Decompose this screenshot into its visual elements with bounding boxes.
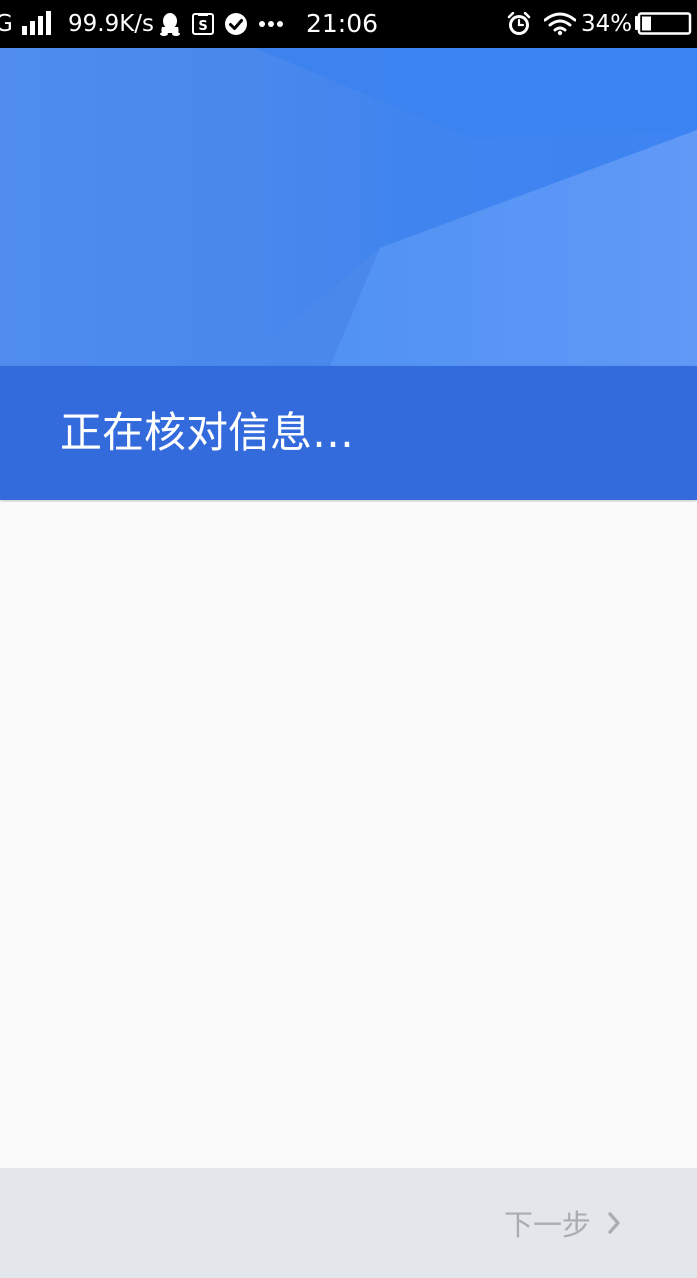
status-bar: G 99.9K/s S 21:06 34% — [0, 0, 697, 48]
network-speed: 99.9K/s — [68, 0, 154, 48]
network-type: G — [0, 0, 13, 48]
network-speed-label: 99.9K/s — [68, 11, 155, 37]
check-circle-icon — [225, 0, 247, 48]
battery-fill — [642, 16, 651, 31]
content-area — [0, 502, 697, 1168]
bottom-navigation-bar: 下一步 — [0, 1168, 697, 1278]
wifi-icon — [544, 0, 576, 48]
qq-icon — [160, 0, 180, 48]
header-background-art — [0, 48, 697, 366]
battery-percent: 34% — [581, 0, 632, 48]
chevron-right-icon — [607, 1212, 621, 1234]
next-step-button[interactable]: 下一步 — [504, 1168, 621, 1278]
battery-icon — [634, 0, 692, 48]
setup-screen: G 99.9K/s S 21:06 34% 正在核对信息… 下一步 — [0, 0, 697, 1278]
clock: 21:06 — [306, 0, 378, 48]
network-type-label: G — [0, 11, 13, 37]
more-dots-icon — [258, 0, 284, 48]
svg-text:S: S — [198, 19, 207, 34]
page-title: 正在核对信息… — [60, 408, 355, 457]
battery-percent-label: 34% — [581, 11, 633, 37]
alarm-icon — [507, 0, 531, 48]
next-step-label: 下一步 — [503, 1208, 591, 1242]
s-app-icon: S — [192, 0, 214, 48]
header-banner — [0, 48, 697, 366]
status-title-band: 正在核对信息… — [0, 366, 697, 500]
clock-time: 21:06 — [306, 9, 379, 38]
signal-icon — [22, 0, 54, 48]
